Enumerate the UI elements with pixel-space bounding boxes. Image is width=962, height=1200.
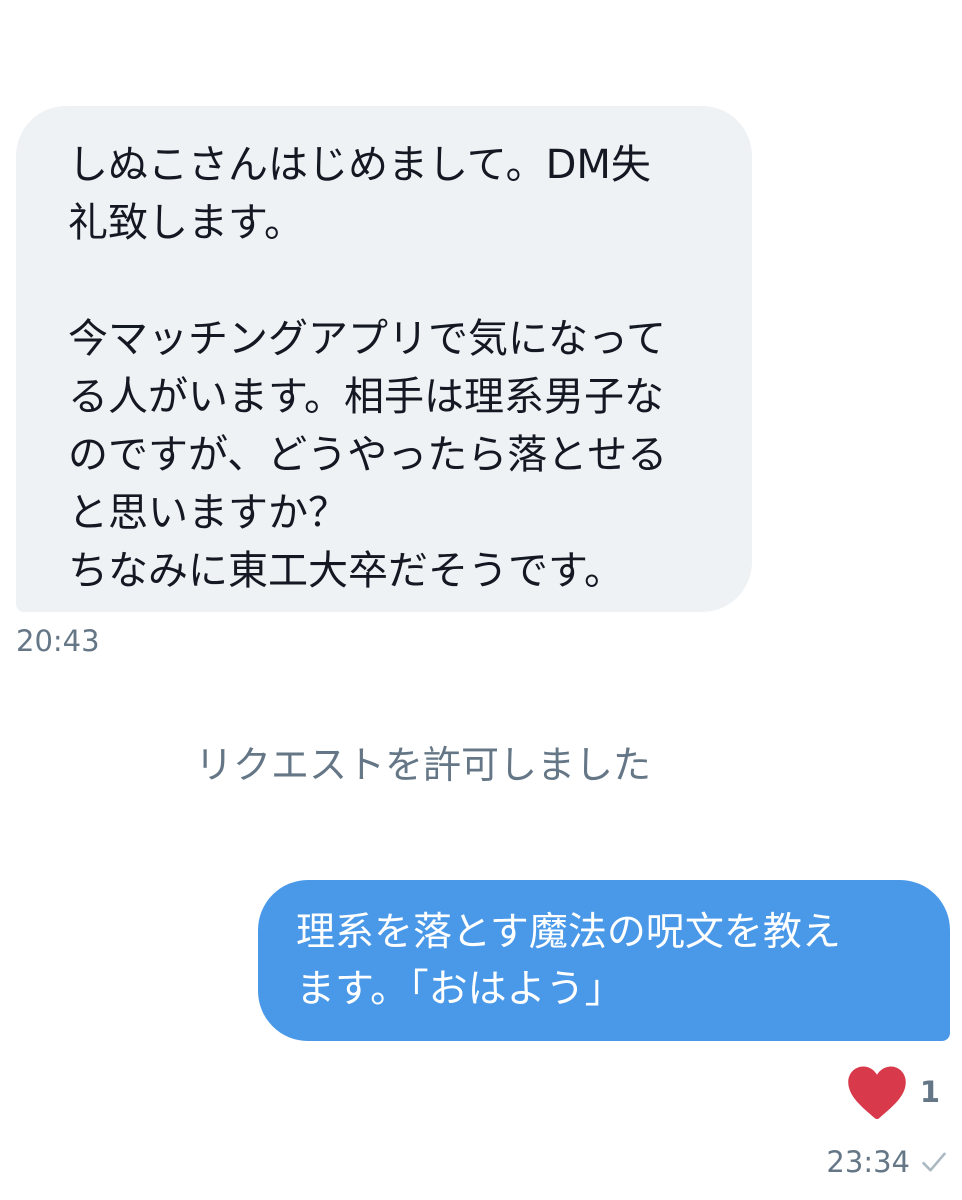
incoming-message-bubble[interactable]: しぬこさんはじめまして。DM失 礼致します。 今マッチングアプリで気になって る… [16, 106, 752, 612]
outgoing-message-status: 23:34 [826, 1145, 948, 1179]
incoming-message-timestamp: 20:43 [16, 624, 100, 658]
heart-icon[interactable] [846, 1064, 908, 1120]
outgoing-message-timestamp: 23:34 [826, 1145, 910, 1179]
message-like-reaction[interactable]: 1 [846, 1062, 940, 1122]
like-count: 1 [919, 1075, 940, 1109]
request-accepted-notice: リクエストを許可しました [194, 743, 651, 787]
outgoing-message-bubble[interactable]: 理系を落とす魔法の呪文を教え ます。「おはよう」 [258, 880, 950, 1041]
check-icon [922, 1152, 946, 1172]
incoming-message-paragraph: しぬこさんはじめまして。DM失 礼致します。 [68, 142, 651, 246]
incoming-message-paragraph: 今マッチングアプリで気になって る人がいます。相手は理系男子な のですが、どうや… [68, 316, 668, 594]
